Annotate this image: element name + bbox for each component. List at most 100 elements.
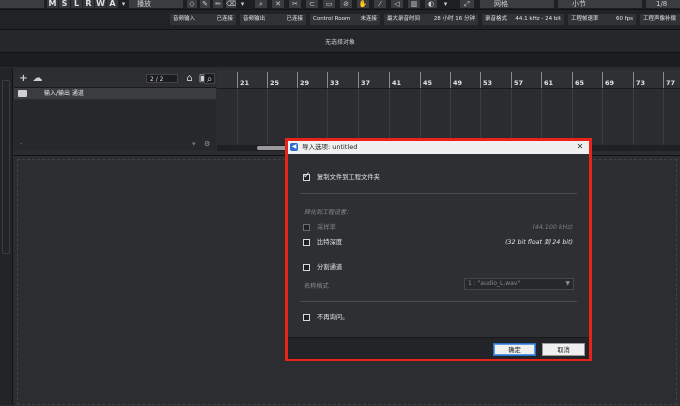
left-zone-frame xyxy=(2,80,10,254)
status-record-format[interactable]: 录音格式 44.1 kHz - 24 bit xyxy=(482,14,564,25)
play-tool-icon[interactable]: ◁ xyxy=(391,0,403,8)
status-audio-output[interactable]: 音频输出 已连接 xyxy=(240,14,306,25)
track-name: 输入/输出 通道 xyxy=(44,90,84,97)
sample-rate-option: 采样率 (44.100 kHz) xyxy=(303,223,573,233)
status-audio-input[interactable]: 音频输入 已连接 xyxy=(170,14,236,25)
tool-arrow-icon[interactable]: ◇ xyxy=(187,0,197,8)
snap-toggle-icon[interactable]: ⤢ xyxy=(460,0,474,8)
folder-icon xyxy=(18,90,27,97)
bar-marker xyxy=(297,72,298,88)
dont-ask-checkbox[interactable] xyxy=(303,314,310,321)
mode-dropdown-icon[interactable]: ▾ xyxy=(120,0,127,8)
separator-bar xyxy=(0,53,680,67)
bar-number: 29 xyxy=(300,79,310,87)
status-label: 工程帧速率 xyxy=(571,16,599,22)
search-icon[interactable]: ⌕ xyxy=(204,73,215,85)
cubase-logo-icon: ◀ xyxy=(290,143,298,151)
edit-tool-icon[interactable]: ✎ xyxy=(200,0,210,8)
pencil-icon[interactable]: ✏ xyxy=(213,0,223,8)
grid-line xyxy=(480,89,481,145)
track-minus-icon[interactable]: - xyxy=(20,140,23,148)
split-tool-icon[interactable]: ✂ xyxy=(289,0,301,8)
tool-mode-select[interactable]: 播放 xyxy=(129,0,183,8)
grid-line xyxy=(633,89,634,145)
bar-marker xyxy=(327,72,328,88)
track-row[interactable]: 输入/输出 通道 xyxy=(14,88,216,99)
dont-ask-option[interactable]: 不再询问。 xyxy=(303,313,573,323)
status-value: 60 fps xyxy=(615,16,633,22)
grid-line xyxy=(389,89,390,145)
mute-button[interactable]: M xyxy=(47,0,58,8)
main-toolbar: M S L R W A ▾ 播放 ◇ ✎ ✏ ⌫ ▾ ⌕ ✕ ✂ ⊂ ▭ ⊘ ✋… xyxy=(0,0,680,10)
grid-line xyxy=(541,89,542,145)
bar-marker xyxy=(633,72,634,88)
bar-marker xyxy=(237,72,238,88)
close-icon[interactable]: ✕ xyxy=(575,142,585,152)
hand-tool-icon[interactable]: ✋ xyxy=(357,0,369,8)
grid-line xyxy=(450,89,451,145)
naming-scheme-select: 1 : "audio_L.wav" ▼ xyxy=(464,278,574,290)
quantize-value-select[interactable]: 1/8 xyxy=(646,0,680,8)
cancel-button[interactable]: 取消 xyxy=(542,343,585,356)
copy-files-label: 复制文件到工程文件夹 xyxy=(317,174,380,181)
add-track-from-preset-icon[interactable]: ☁ xyxy=(32,73,43,84)
status-pan-law[interactable]: 工程声像补偿 xyxy=(640,14,680,25)
status-label: 录音格式 xyxy=(485,16,508,22)
bar-number: 65 xyxy=(575,79,585,87)
tool-dropdown-icon[interactable]: ▾ xyxy=(239,0,246,8)
visible-track-count[interactable]: 2 / 2 xyxy=(146,74,178,83)
settings-gear-icon[interactable]: ⚙ xyxy=(204,140,210,148)
grid-line xyxy=(572,89,573,145)
bar-number: 37 xyxy=(361,79,371,87)
bar-number: 25 xyxy=(270,79,280,87)
listen-button[interactable]: L xyxy=(71,0,82,8)
import-options-dialog: ◀ 导入选项: untitled ✕ 复制文件到工程文件夹 转化到工程设置： 采… xyxy=(288,141,589,359)
bit-depth-value: (32 bit float 到 24 bit) xyxy=(505,239,573,246)
sync-selection-icon[interactable]: ⌂ xyxy=(184,73,195,84)
add-track-icon[interactable]: + xyxy=(18,73,29,84)
eraser-icon[interactable]: ⌫ xyxy=(226,0,236,8)
timeline-ruler[interactable]: 21 25 29 33 37 41 45 49 53 57 61 65 69 7… xyxy=(217,70,680,89)
solo-button[interactable]: S xyxy=(59,0,70,8)
bit-depth-checkbox[interactable] xyxy=(303,239,310,246)
status-control-room[interactable]: Control Room 未连接 xyxy=(310,14,380,25)
comp-tool-icon[interactable]: ▥ xyxy=(408,0,420,8)
color-dropdown-icon[interactable]: ▾ xyxy=(442,0,449,8)
bar-number: 45 xyxy=(423,79,433,87)
chevron-down-icon: ▼ xyxy=(565,280,570,287)
color-tool-icon[interactable]: ◐ xyxy=(425,0,437,8)
split-channels-option[interactable]: 分割通道 xyxy=(303,263,573,273)
bar-number: 77 xyxy=(666,79,676,87)
bar-number: 69 xyxy=(605,79,615,87)
event-display[interactable] xyxy=(217,89,680,145)
grid-line xyxy=(663,89,664,145)
status-frame-rate[interactable]: 工程帧速率 60 fps xyxy=(568,14,636,25)
grid-line xyxy=(511,89,512,145)
write-button[interactable]: W xyxy=(95,0,106,8)
naming-scheme-value: 1 : "audio_L.wav" xyxy=(468,280,521,287)
line-tool-icon[interactable]: ⁄ xyxy=(374,0,386,8)
status-max-record-time[interactable]: 最大录音时间 28 小时 16 分钟 xyxy=(384,14,478,25)
automation-button[interactable]: A xyxy=(107,0,118,8)
grid-line xyxy=(237,89,238,145)
bit-depth-option[interactable]: 比特深度 (32 bit float 到 24 bit) xyxy=(303,238,573,248)
dialog-title-bar[interactable]: ◀ 导入选项: untitled ✕ xyxy=(288,141,589,154)
mute-tool-icon[interactable]: ✕ xyxy=(272,0,284,8)
ok-button[interactable]: 确定 xyxy=(493,343,536,356)
bar-number: 57 xyxy=(514,79,524,87)
zoom-icon[interactable]: ⌕ xyxy=(255,0,267,8)
copy-files-checkbox[interactable] xyxy=(303,171,311,181)
bar-marker xyxy=(572,72,573,88)
bar-marker xyxy=(358,72,359,88)
sample-rate-checkbox xyxy=(303,224,310,231)
split-channels-checkbox[interactable] xyxy=(303,264,310,271)
draw-tool-icon[interactable]: ⊘ xyxy=(340,0,352,8)
divider xyxy=(300,301,577,302)
glue-tool-icon[interactable]: ⊂ xyxy=(306,0,318,8)
range-tool-icon[interactable]: ▭ xyxy=(323,0,335,8)
read-button[interactable]: R xyxy=(83,0,94,8)
quantize-select[interactable]: 小节 xyxy=(558,0,642,8)
track-menu-arrow-icon[interactable]: ▾ xyxy=(192,140,196,148)
copy-files-option[interactable]: 复制文件到工程文件夹 xyxy=(303,171,573,183)
snap-mode-select[interactable]: 网格 xyxy=(480,0,554,8)
